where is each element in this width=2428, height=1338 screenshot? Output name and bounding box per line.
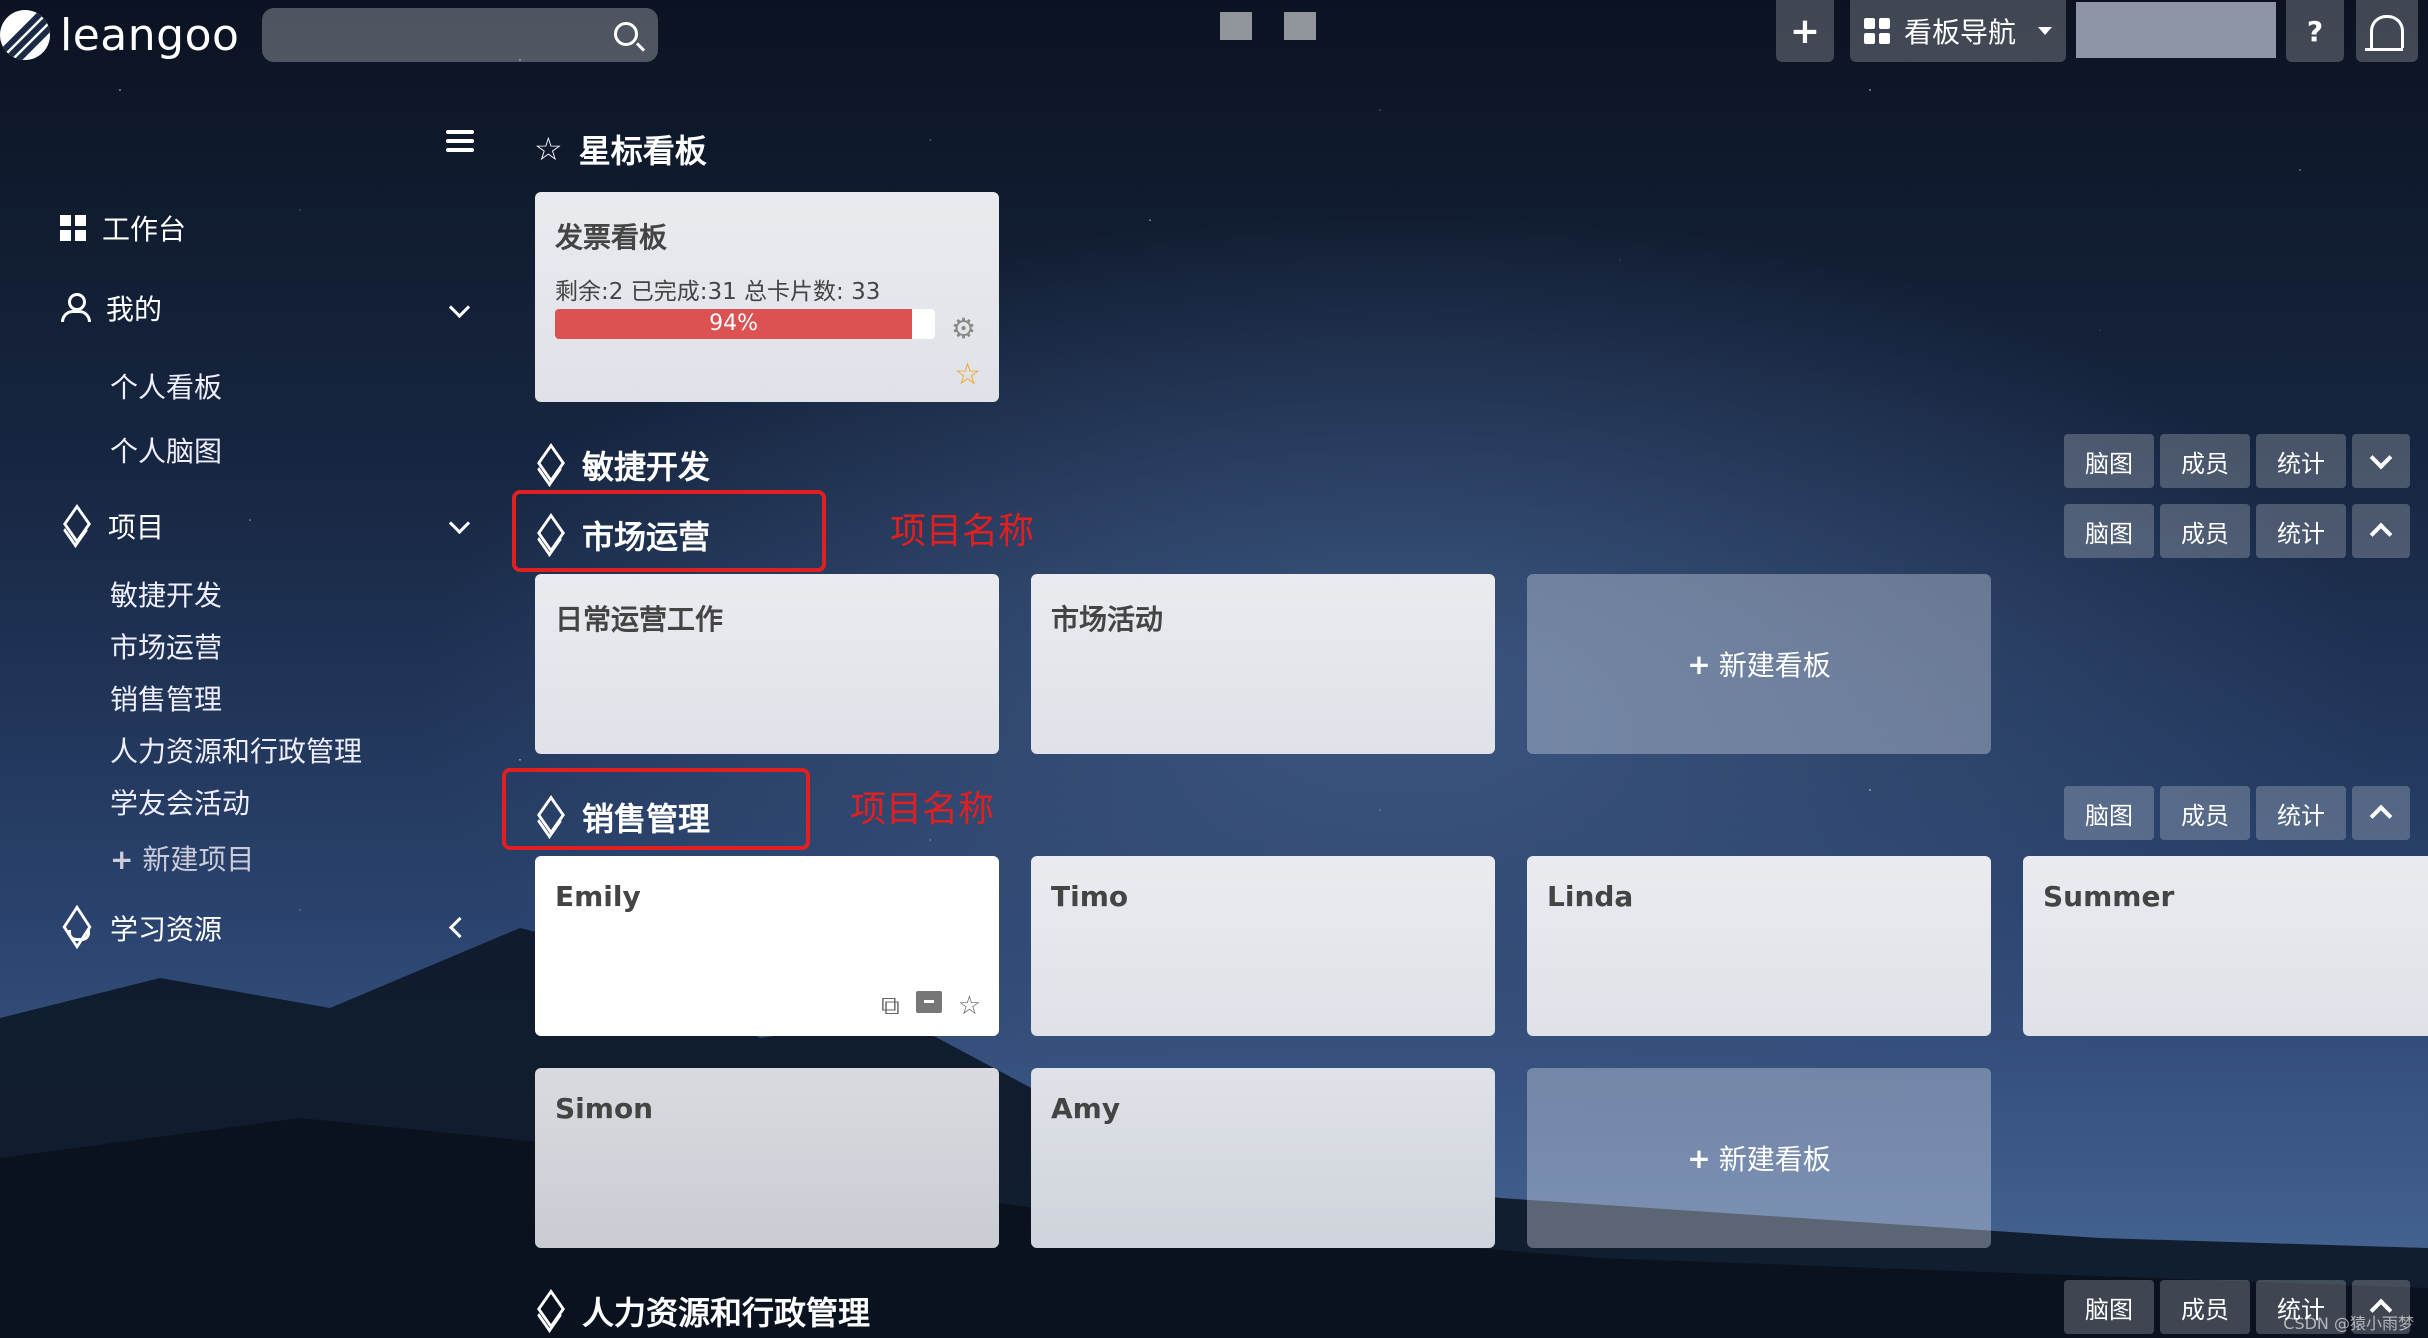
members-button[interactable]: 成员	[2160, 504, 2250, 558]
board-card-starred[interactable]: 发票看板 剩余:2 已完成:31 总卡片数: 33 94% ⚙ ☆	[535, 192, 999, 402]
project-toolbar: 脑图 成员 统计	[2064, 786, 2410, 840]
board-card[interactable]: Linda	[1527, 856, 1991, 1036]
chevron-down-icon[interactable]	[448, 512, 471, 535]
board-card[interactable]: Timo	[1031, 856, 1495, 1036]
chevron-down-icon[interactable]	[448, 296, 471, 319]
starred-heading: ☆ 星标看板	[534, 130, 707, 170]
board-card[interactable]: 市场活动	[1031, 574, 1495, 754]
gear-icon[interactable]: ⚙	[951, 312, 976, 345]
new-board-button[interactable]: + 新建看板	[1527, 1068, 1991, 1248]
sidebar-item-projects[interactable]: 项目	[60, 506, 164, 546]
mindmap-button[interactable]: 脑图	[2064, 434, 2154, 488]
sidebar-item-personal-mindmap[interactable]: 个人脑图	[110, 430, 222, 470]
collapse-button[interactable]	[2352, 504, 2410, 558]
annotation-label: 项目名称	[890, 511, 1035, 552]
search-icon[interactable]	[614, 22, 638, 46]
sidebar-item-workbench[interactable]: 工作台	[60, 208, 186, 248]
layers-icon	[534, 1297, 566, 1325]
mindmap-button[interactable]: 脑图	[2064, 1280, 2154, 1334]
open-external-icon[interactable]: ⧉	[881, 991, 900, 1022]
top-bar: leangoo + 看板导航 ?	[0, 0, 2428, 72]
star-icon[interactable]: ☆	[954, 357, 981, 392]
collapse-button[interactable]	[2352, 786, 2410, 840]
members-button[interactable]: 成员	[2160, 434, 2250, 488]
stats-button[interactable]: 统计	[2256, 786, 2346, 840]
brand-logo[interactable]: leangoo	[0, 4, 239, 66]
user-avatar[interactable]	[2076, 2, 2276, 58]
logo-icon	[0, 10, 50, 60]
star-outline-icon[interactable]: ☆	[958, 991, 981, 1022]
annotation-label: 项目名称	[850, 789, 995, 830]
brand-name: leangoo	[60, 9, 240, 61]
sidebar-item-project[interactable]: 敏捷开发	[110, 574, 222, 614]
stats-button[interactable]: 统计	[2256, 504, 2346, 558]
sidebar-item-personal-board[interactable]: 个人看板	[110, 366, 222, 406]
annotation-box	[502, 768, 810, 850]
board-card[interactable]: Simon	[535, 1068, 999, 1248]
board-stats: 剩余:2 已完成:31 总卡片数: 33	[555, 279, 881, 305]
grid-icon	[60, 215, 86, 241]
watermark: CSDN @猿小雨梦	[2283, 1314, 2414, 1333]
sidebar-item-learning[interactable]: 学习资源	[60, 908, 222, 948]
star-outline-icon: ☆	[534, 130, 563, 168]
search-input[interactable]	[262, 8, 658, 62]
project-heading[interactable]: 敏捷开发	[534, 442, 710, 488]
collapse-sidebar-icon[interactable]	[446, 130, 474, 157]
notifications-button[interactable]	[2356, 0, 2418, 62]
caret-down-icon	[2038, 27, 2053, 35]
plus-icon: +	[110, 843, 134, 876]
redacted-title	[1220, 12, 1252, 40]
members-button[interactable]: 成员	[2160, 1280, 2250, 1334]
progress-fill: 94%	[555, 309, 913, 339]
board-card-actions: ⧉ ☆	[881, 991, 981, 1022]
board-title: 发票看板	[555, 221, 668, 254]
layers-icon	[534, 451, 566, 479]
help-button[interactable]: ?	[2286, 0, 2344, 62]
archive-icon[interactable]	[915, 991, 942, 1013]
chevron-down-icon	[2369, 446, 2393, 470]
chevron-up-icon	[2369, 804, 2393, 828]
sidebar-item-project[interactable]: 销售管理	[110, 678, 222, 718]
add-button[interactable]: +	[1776, 0, 1834, 62]
project-heading[interactable]: 人力资源和行政管理	[534, 1288, 870, 1334]
graduation-cap-icon	[60, 914, 94, 942]
annotation-box	[512, 490, 826, 572]
sidebar-item-project[interactable]: 市场运营	[110, 626, 222, 666]
members-button[interactable]: 成员	[2160, 786, 2250, 840]
sidebar: 工作台 我的 个人看板 个人脑图 项目 敏捷开发 市场运营 销售管理 人力资源和…	[0, 80, 500, 1338]
plus-icon: +	[1687, 647, 1711, 681]
project-toolbar: 脑图 成员 统计	[2064, 504, 2410, 558]
bell-icon	[2365, 14, 2404, 51]
new-project-button[interactable]: + 新建项目	[110, 838, 254, 878]
board-card[interactable]: Emily ⧉ ☆	[535, 856, 999, 1036]
mindmap-button[interactable]: 脑图	[2064, 786, 2154, 840]
board-card[interactable]: Amy	[1031, 1068, 1495, 1248]
grid-icon	[1864, 18, 1890, 44]
chevron-up-icon	[2369, 522, 2393, 546]
expand-button[interactable]	[2352, 434, 2410, 488]
layers-icon	[60, 512, 92, 540]
chevron-left-icon[interactable]	[448, 916, 471, 939]
new-board-button[interactable]: + 新建看板	[1527, 574, 1991, 754]
user-icon	[60, 293, 91, 323]
board-nav-dropdown[interactable]: 看板导航	[1850, 0, 2066, 62]
sidebar-item-project[interactable]: 人力资源和行政管理	[110, 730, 362, 770]
progress-bar: 94%	[555, 309, 935, 339]
redacted-title	[1284, 12, 1316, 40]
mindmap-button[interactable]: 脑图	[2064, 504, 2154, 558]
board-card[interactable]: 日常运营工作	[535, 574, 999, 754]
board-card[interactable]: Summer	[2023, 856, 2428, 1036]
plus-icon: +	[1687, 1141, 1711, 1175]
stats-button[interactable]: 统计	[2256, 434, 2346, 488]
sidebar-item-mine[interactable]: 我的	[60, 288, 162, 328]
sidebar-item-project[interactable]: 学友会活动	[110, 782, 250, 822]
project-toolbar: 脑图 成员 统计	[2064, 434, 2410, 488]
